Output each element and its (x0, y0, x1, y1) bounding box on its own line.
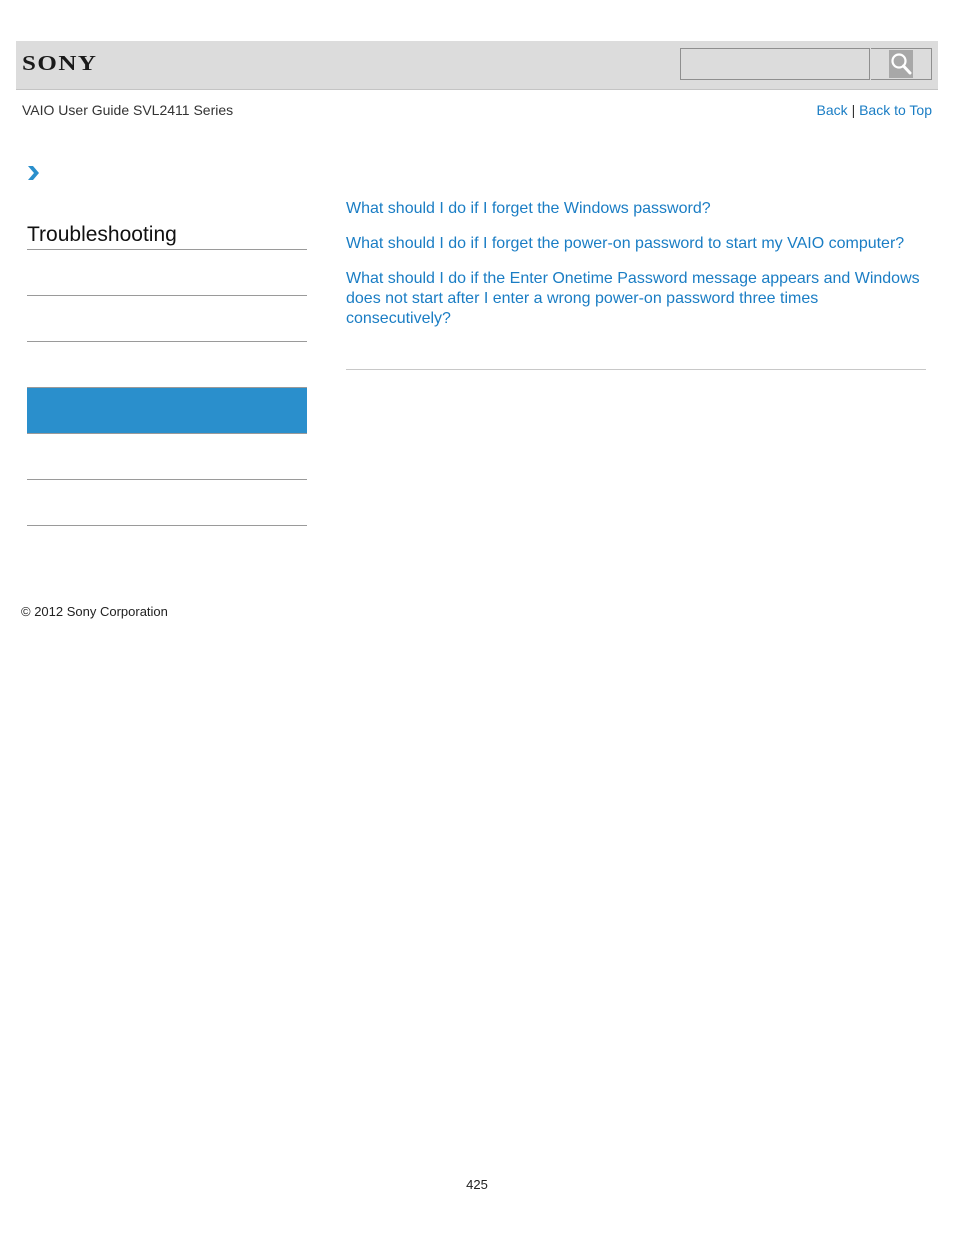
sidebar-item[interactable] (27, 342, 307, 388)
back-link[interactable]: Back (817, 102, 848, 118)
top-nav-links: Back | Back to Top (817, 102, 932, 118)
search-button[interactable] (871, 48, 932, 80)
copyright: © 2012 Sony Corporation (21, 604, 168, 619)
topic-link-onetime-password[interactable]: What should I do if the Enter Onetime Pa… (346, 269, 926, 329)
sidebar-item-active[interactable] (27, 388, 307, 434)
back-to-top-link[interactable]: Back to Top (859, 102, 932, 118)
search-input[interactable] (680, 48, 870, 80)
page-number: 425 (466, 1177, 488, 1192)
sidebar-item[interactable] (27, 480, 307, 526)
topic-link-forgot-power-on-password[interactable]: What should I do if I forget the power-o… (346, 234, 926, 254)
topic-link-list: What should I do if I forget the Windows… (346, 199, 926, 344)
guide-title: VAIO User Guide SVL2411 Series (22, 102, 234, 118)
sidebar-title: Troubleshooting (27, 220, 307, 250)
sidebar-item[interactable] (27, 250, 307, 296)
sidebar-item[interactable] (27, 434, 307, 480)
header-bar: SONY (16, 41, 938, 90)
chevron-right-icon[interactable] (26, 165, 40, 186)
sony-logo[interactable]: SONY (22, 52, 97, 76)
magnifier-icon (889, 50, 913, 78)
nav-separator: | (851, 102, 856, 118)
sidebar: Troubleshooting (27, 220, 307, 526)
topic-link-forgot-windows-password[interactable]: What should I do if I forget the Windows… (346, 199, 926, 219)
content-divider (346, 369, 926, 370)
sidebar-item[interactable] (27, 296, 307, 342)
